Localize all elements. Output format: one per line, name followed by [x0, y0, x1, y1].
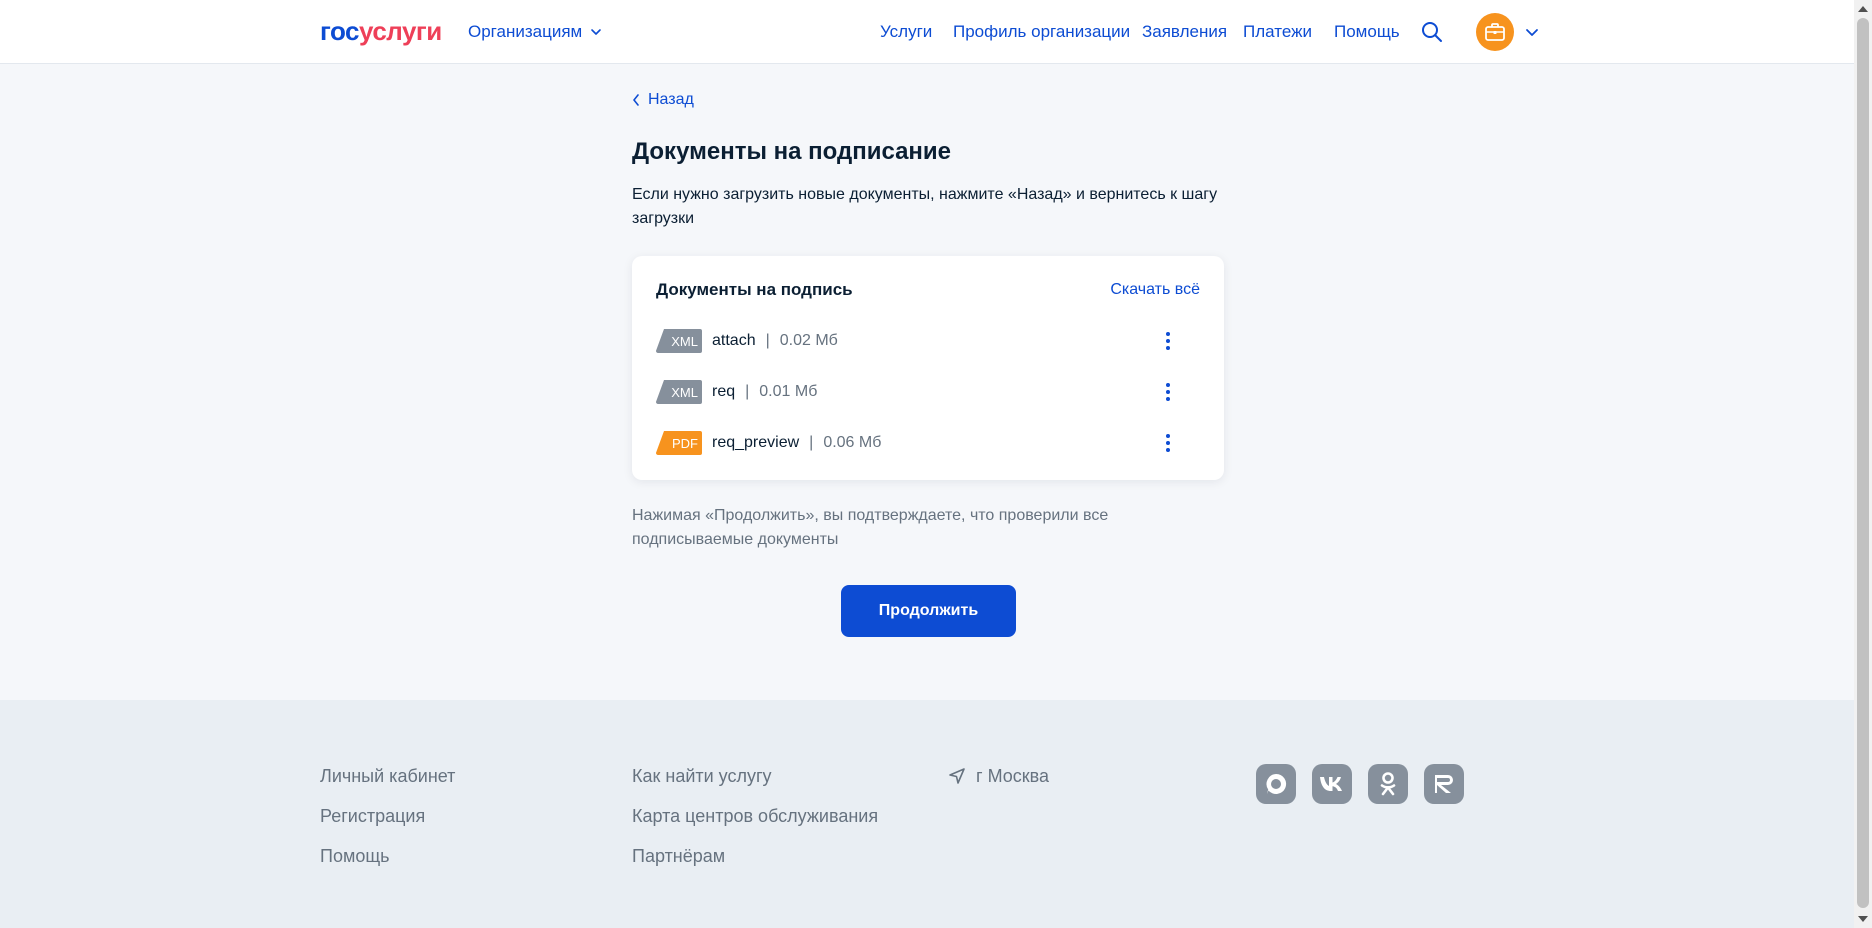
nav-payments[interactable]: Платежи: [1243, 20, 1312, 44]
scroll-down-icon[interactable]: [1858, 916, 1868, 922]
vertical-scrollbar[interactable]: [1854, 0, 1872, 928]
nav-services[interactable]: Услуги: [880, 20, 932, 44]
chevron-down-icon[interactable]: [1524, 24, 1540, 40]
organization-avatar[interactable]: [1476, 13, 1514, 51]
document-name[interactable]: req: [712, 383, 735, 401]
nav-help[interactable]: Помощь: [1334, 20, 1400, 44]
location-arrow-icon: [949, 768, 965, 784]
card-title: Документы на подпись: [656, 280, 853, 299]
chat-icon[interactable]: [1256, 764, 1296, 804]
page-footer: Личный кабинет Регистрация Помощь Как на…: [0, 700, 1854, 928]
organizations-menu-label: Организациям: [468, 22, 583, 41]
document-size: 0.01 Мб: [759, 383, 818, 400]
page-subtitle: Если нужно загрузить новые документы, на…: [632, 186, 1218, 227]
document-name[interactable]: req_preview: [712, 434, 799, 452]
ok-icon[interactable]: [1368, 764, 1408, 804]
xml-file-icon: XML: [656, 329, 702, 353]
scroll-up-icon[interactable]: [1858, 6, 1868, 12]
rutube-icon[interactable]: [1424, 764, 1464, 804]
pdf-file-icon: PDF: [656, 431, 702, 455]
location-selector[interactable]: г Москва: [948, 764, 1049, 788]
xml-file-icon: XML: [656, 380, 702, 404]
documents-card: Документы на подпись Скачать всё XML att…: [632, 256, 1224, 480]
footer-link-service-centers-map[interactable]: Карта центров обслуживания: [632, 804, 878, 828]
chevron-left-icon: [633, 94, 639, 106]
nav-applications[interactable]: Заявления: [1142, 20, 1227, 44]
separator: |: [765, 332, 770, 349]
back-link-label: Назад: [648, 91, 694, 108]
location-label: г Москва: [976, 766, 1050, 786]
more-options-icon[interactable]: [1156, 431, 1180, 455]
top-header: гос услуги Организациям Услуги Профиль ор…: [0, 0, 1854, 64]
page-title: Документы на подписание: [632, 138, 952, 165]
organizations-menu[interactable]: Организациям: [468, 20, 602, 44]
nav-org-profile[interactable]: Профиль организации: [953, 20, 1130, 44]
document-size: 0.02 Мб: [779, 332, 838, 349]
search-icon[interactable]: [1420, 20, 1444, 44]
more-options-icon[interactable]: [1156, 329, 1180, 353]
vk-icon[interactable]: [1312, 764, 1352, 804]
back-link[interactable]: Назад: [632, 88, 694, 112]
scrollbar-thumb[interactable]: [1857, 18, 1869, 908]
document-row: PDF req_preview | 0.06 Мб: [656, 429, 1200, 457]
briefcase-icon: [1485, 23, 1505, 41]
document-size: 0.06 Мб: [823, 434, 882, 451]
more-options-icon[interactable]: [1156, 380, 1180, 404]
chevron-down-icon: [591, 29, 602, 35]
document-row: XML attach | 0.02 Мб: [656, 327, 1200, 355]
footer-link-personal-account[interactable]: Личный кабинет: [320, 764, 455, 788]
gosuslugi-logo[interactable]: гос услуги: [320, 14, 442, 48]
document-name[interactable]: attach: [712, 332, 756, 350]
download-all-link[interactable]: Скачать всё: [1110, 278, 1200, 302]
continue-button[interactable]: Продолжить: [841, 585, 1016, 637]
file-type-label: XML: [671, 333, 698, 349]
logo-part-gos: гос: [320, 15, 360, 46]
file-type-label: PDF: [672, 435, 698, 451]
footer-link-find-service[interactable]: Как найти услугу: [632, 764, 772, 788]
separator: |: [809, 434, 814, 451]
footer-link-partners[interactable]: Партнёрам: [632, 844, 725, 868]
confirmation-note: Нажимая «Продолжить», вы подтверждаете, …: [632, 507, 1109, 548]
footer-link-registration[interactable]: Регистрация: [320, 804, 425, 828]
document-row: XML req | 0.01 Мб: [656, 378, 1200, 406]
separator: |: [745, 383, 750, 400]
logo-part-uslugi: услуги: [359, 15, 442, 46]
footer-link-help[interactable]: Помощь: [320, 844, 390, 868]
file-type-label: XML: [671, 384, 698, 400]
